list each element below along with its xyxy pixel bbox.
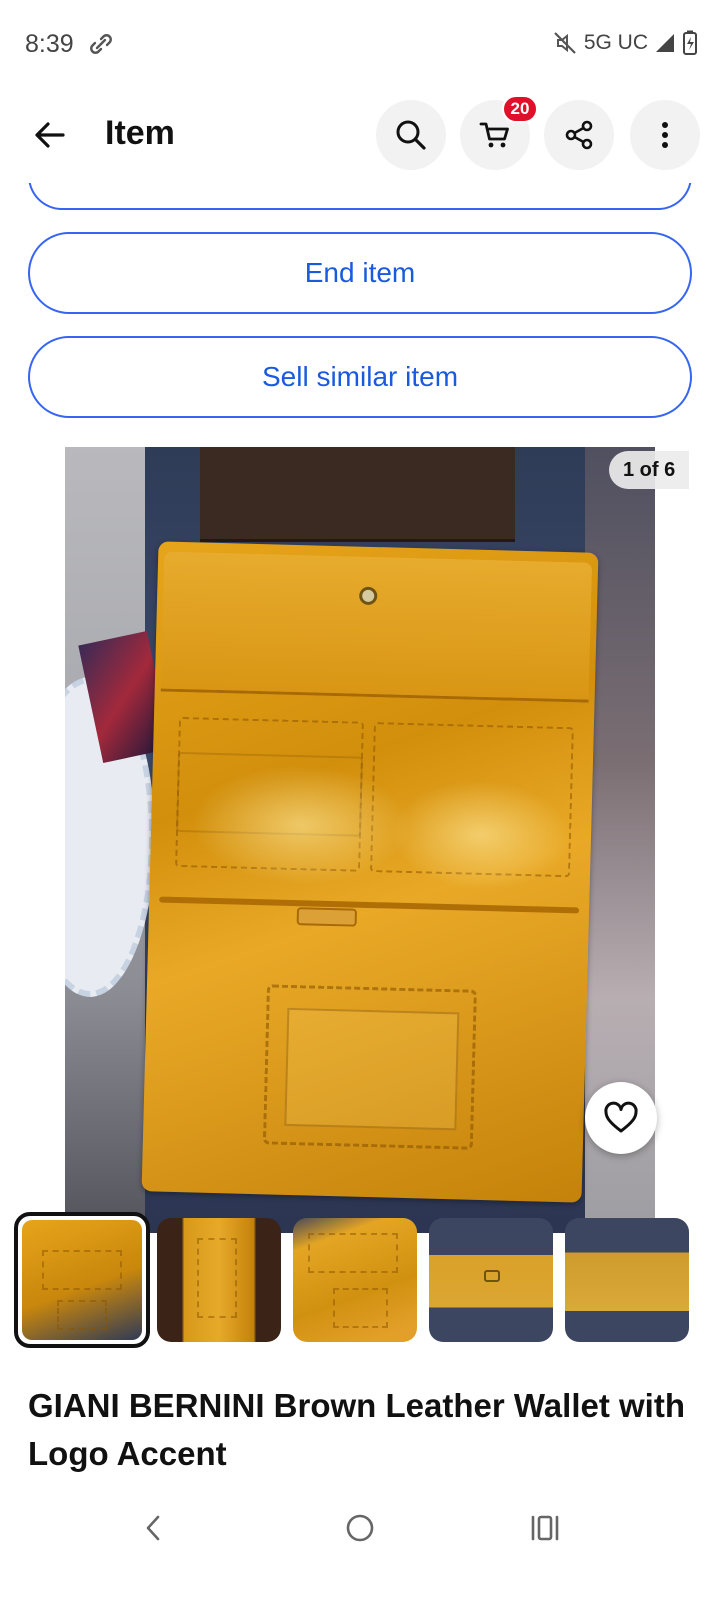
item-title: GIANI BERNINI Brown Leather Wallet with … [28, 1387, 685, 1472]
thumbnail-2[interactable] [157, 1218, 281, 1342]
nav-recents-button[interactable] [515, 1498, 575, 1558]
arrow-left-icon [35, 122, 65, 148]
heart-outline-icon [604, 1101, 638, 1133]
thumbnail-5[interactable] [565, 1218, 689, 1342]
cart-icon [479, 122, 509, 148]
share-icon [565, 120, 593, 150]
back-button[interactable] [22, 107, 78, 163]
wallet-image [141, 541, 599, 1203]
nav-back-icon [146, 1515, 160, 1541]
nav-back-button[interactable] [124, 1498, 184, 1558]
thumbnail-strip [0, 1210, 720, 1348]
nav-home-icon [346, 1514, 374, 1542]
sell-similar-item-button[interactable]: Sell similar item [28, 336, 692, 418]
thumbnail-4[interactable] [429, 1218, 553, 1342]
mute-icon [552, 30, 578, 56]
share-button[interactable] [544, 100, 614, 170]
battery-charging-icon [682, 30, 698, 56]
status-time: 8:39 [25, 30, 74, 58]
thumbnail-3[interactable] [293, 1218, 417, 1342]
nav-recents-icon [531, 1515, 559, 1541]
status-bar: 8:39 5G UC [0, 0, 720, 90]
search-icon [396, 120, 426, 150]
more-options-button[interactable] [630, 100, 700, 170]
network-label: 5G UC [583, 31, 648, 54]
system-nav-bar [0, 1490, 720, 1565]
thumbnail-1[interactable] [14, 1212, 150, 1348]
status-icons: 5G UC [552, 30, 698, 56]
photo-counter: 1 of 6 [609, 451, 690, 489]
search-button[interactable] [376, 100, 446, 170]
more-vertical-icon [662, 122, 668, 148]
page-title: Item [105, 114, 175, 152]
cart-count-badge: 20 [502, 95, 538, 123]
favorite-button[interactable] [585, 1082, 657, 1154]
nav-home-button[interactable] [330, 1498, 390, 1558]
end-item-button[interactable]: End item [28, 232, 692, 314]
signal-icon [654, 32, 676, 54]
main-item-photo[interactable] [65, 447, 655, 1233]
app-header: Item [0, 95, 720, 175]
link-icon [88, 31, 114, 57]
